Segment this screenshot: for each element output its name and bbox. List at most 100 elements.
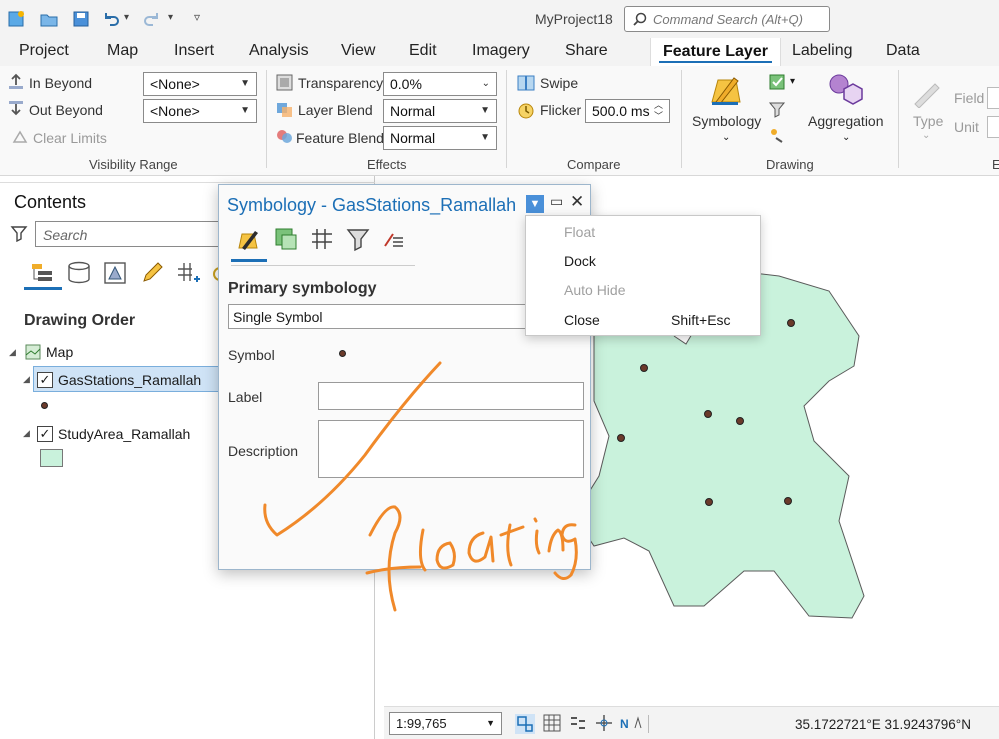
gas-station-point[interactable] xyxy=(617,434,625,442)
tab-view[interactable]: View xyxy=(341,42,375,60)
gas-station-point[interactable] xyxy=(736,417,744,425)
save-project-icon[interactable] xyxy=(71,9,91,29)
tab-divider xyxy=(231,265,415,266)
group-label-visibility-range: Visibility Range xyxy=(89,157,178,172)
tab-labeling[interactable]: Labeling xyxy=(792,42,853,60)
display-filter-icon[interactable] xyxy=(768,126,786,144)
chevron-down-icon: ▼ xyxy=(486,718,495,728)
transparency-combo[interactable]: 0.0% ⌄ xyxy=(383,72,497,96)
customize-toolbar-icon[interactable]: ▿ xyxy=(194,10,200,24)
tab-project[interactable]: Project xyxy=(19,42,69,60)
redo-icon[interactable] xyxy=(142,9,162,29)
redo-dropdown-icon[interactable]: ▾ xyxy=(168,12,173,23)
map-status-bar: 1:99,765 ▼ N 35.1722721°E 31.9243796°N xyxy=(384,706,999,739)
spinner-arrows-icon[interactable]: ︿ ﹀ xyxy=(654,100,663,122)
description-field-label: Description xyxy=(228,443,299,459)
flicker-button[interactable]: Flicker xyxy=(540,102,581,118)
out-beyond-button[interactable]: Out Beyond xyxy=(29,102,103,118)
list-by-snapping-icon[interactable] xyxy=(176,261,202,285)
symbology-button[interactable]: Symbology ⌄ xyxy=(688,70,766,150)
expand-triangle-icon[interactable]: ◢ xyxy=(23,428,30,439)
list-by-drawing-order-button[interactable] xyxy=(24,260,62,290)
gasstations-layer-label[interactable]: GasStations_Ramallah xyxy=(58,372,201,388)
new-project-icon[interactable] xyxy=(7,9,27,29)
label-class-icon[interactable] xyxy=(768,72,788,92)
description-input[interactable] xyxy=(318,420,584,478)
studyarea-visibility-checkbox[interactable]: ✓ xyxy=(37,426,53,442)
chevron-down-icon[interactable]: ▾ xyxy=(790,76,795,87)
tab-insert[interactable]: Insert xyxy=(174,42,214,60)
map-layer-label[interactable]: Map xyxy=(46,344,73,360)
swipe-button[interactable]: Swipe xyxy=(540,75,578,91)
open-project-icon[interactable] xyxy=(39,9,59,29)
search-icon xyxy=(633,12,647,26)
tab-edit[interactable]: Edit xyxy=(409,42,437,60)
out-beyond-combo[interactable]: <None> ▼ xyxy=(143,99,257,123)
filter-icon[interactable] xyxy=(768,100,786,118)
gasstations-visibility-checkbox[interactable]: ✓ xyxy=(37,372,53,388)
symbology-type-combo[interactable]: Single Symbol xyxy=(228,304,528,329)
tab-share[interactable]: Share xyxy=(565,42,608,60)
ribbon: In Beyond Out Beyond Clear Limits <None>… xyxy=(0,66,999,176)
undo-dropdown-icon[interactable]: ▾ xyxy=(124,12,129,23)
pane-options-chevron-icon[interactable]: ▼ xyxy=(526,195,544,213)
command-search-input[interactable]: Command Search (Alt+Q) xyxy=(624,6,830,32)
in-beyond-button[interactable]: In Beyond xyxy=(29,75,92,91)
selection-chips-icon[interactable] xyxy=(569,714,587,732)
snapping-icon[interactable] xyxy=(595,714,613,732)
tab-feature-layer[interactable]: Feature Layer xyxy=(650,38,781,66)
studyarea-polygon-symbol[interactable] xyxy=(40,449,63,467)
list-by-editing-icon[interactable] xyxy=(140,261,164,285)
type-label[interactable]: Type xyxy=(913,113,943,129)
gas-station-point[interactable] xyxy=(787,319,795,327)
tab-data[interactable]: Data xyxy=(886,42,920,60)
flicker-rate-spinner[interactable]: 500.0 ms ︿ ﹀ xyxy=(585,99,670,123)
menu-item-auto-hide[interactable]: Auto Hide xyxy=(564,282,625,298)
menu-item-dock[interactable]: Dock xyxy=(564,253,596,269)
expand-triangle-icon[interactable]: ◢ xyxy=(23,374,30,385)
in-beyond-combo[interactable]: <None> ▼ xyxy=(143,72,257,96)
layer-blend-combo[interactable]: Normal ▼ xyxy=(383,99,497,123)
primary-symbology-tab[interactable] xyxy=(231,223,267,263)
gas-station-point[interactable] xyxy=(705,498,713,506)
navigation-tool-icon[interactable] xyxy=(515,714,535,734)
list-by-selection-icon[interactable] xyxy=(103,261,127,285)
close-icon[interactable]: ✕ xyxy=(570,192,584,212)
tab-analysis[interactable]: Analysis xyxy=(249,42,309,60)
aggregation-button[interactable]: Aggregation ⌄ xyxy=(803,70,889,150)
field-combo[interactable] xyxy=(987,87,999,109)
vary-symbology-icon[interactable] xyxy=(273,226,299,252)
primary-symbology-heading: Primary symbology xyxy=(228,280,377,297)
symbol-swatch[interactable] xyxy=(339,350,346,357)
symbology-label: Symbology xyxy=(692,113,762,129)
label-input[interactable] xyxy=(318,382,584,410)
gasstations-point-symbol[interactable] xyxy=(41,402,48,409)
expand-triangle-icon[interactable]: ◢ xyxy=(9,347,16,358)
contents-search-input[interactable]: Search xyxy=(35,221,225,247)
gas-station-point[interactable] xyxy=(640,364,648,372)
list-by-source-icon[interactable] xyxy=(66,261,92,285)
contents-search-placeholder: Search xyxy=(43,227,88,243)
menu-item-close[interactable]: Close xyxy=(564,312,600,328)
map-icon xyxy=(25,344,41,360)
group-label-drawing: Drawing xyxy=(766,157,814,172)
grid-icon[interactable] xyxy=(543,714,561,732)
clear-limits-button[interactable]: Clear Limits xyxy=(33,130,107,146)
filter-icon[interactable] xyxy=(345,226,371,252)
display-filter-icon[interactable] xyxy=(381,226,407,252)
map-scale-combo[interactable]: 1:99,765 ▼ xyxy=(389,712,502,735)
gas-station-point[interactable] xyxy=(784,497,792,505)
north-arrow-icon[interactable]: N xyxy=(620,714,642,732)
symbol-layer-drawing-icon[interactable] xyxy=(309,226,335,252)
unit-label: Unit xyxy=(954,119,979,135)
filter-icon[interactable] xyxy=(10,224,28,242)
studyarea-layer-label[interactable]: StudyArea_Ramallah xyxy=(58,426,190,442)
tab-imagery[interactable]: Imagery xyxy=(472,42,530,60)
undo-icon[interactable] xyxy=(101,9,121,29)
unit-combo[interactable] xyxy=(987,116,999,138)
gas-station-point[interactable] xyxy=(704,410,712,418)
tab-map[interactable]: Map xyxy=(107,42,138,60)
menu-item-float[interactable]: Float xyxy=(564,224,595,240)
feature-blend-combo[interactable]: Normal ▼ xyxy=(383,126,497,150)
maximize-icon[interactable]: ▭ xyxy=(550,193,563,210)
